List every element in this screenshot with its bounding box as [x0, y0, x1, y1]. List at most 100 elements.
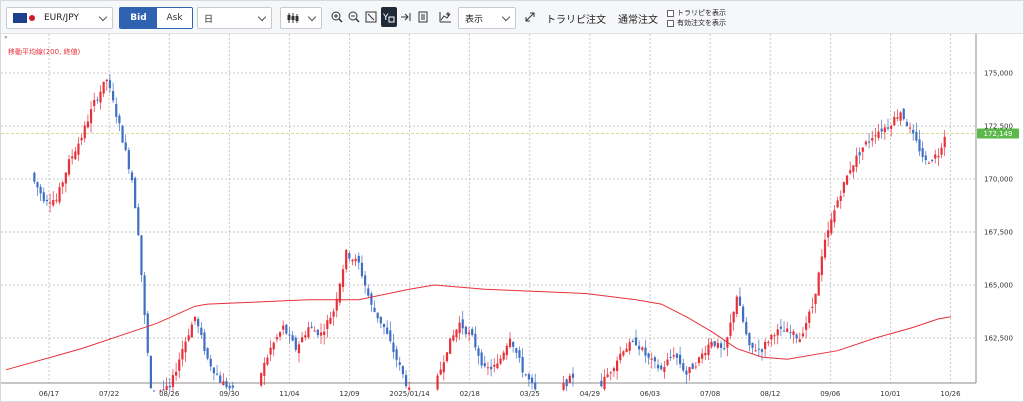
candle-body: [49, 202, 52, 204]
candle-body: [738, 296, 742, 306]
chart-type-select[interactable]: [280, 7, 322, 29]
zoom-in-button[interactable]: [329, 7, 345, 27]
candle-body: [830, 219, 833, 234]
expand-button[interactable]: [522, 7, 538, 27]
candle-body: [175, 371, 178, 376]
display-select[interactable]: 表示: [458, 7, 516, 29]
document-button[interactable]: [415, 7, 431, 27]
candle-body: [701, 353, 704, 359]
candlestick-icon: [287, 13, 299, 23]
candle-body: [641, 347, 644, 350]
candle-body: [370, 293, 373, 305]
candle-body: [915, 131, 918, 141]
candle-body: [515, 348, 518, 353]
price-tick-label: 170,000: [984, 176, 1013, 184]
price-scale-button[interactable]: Y: [381, 7, 397, 27]
candle-body: [354, 258, 357, 262]
zoom-out-button[interactable]: [346, 7, 362, 27]
period-select[interactable]: 日: [197, 7, 272, 29]
candle-body: [219, 375, 222, 383]
candle-body: [149, 356, 152, 389]
candle-body: [742, 306, 745, 322]
candle-body: [745, 321, 748, 335]
candle-body: [461, 319, 464, 329]
eur-flag-icon: [13, 13, 35, 23]
candle-body: [924, 155, 927, 161]
bid-button[interactable]: Bid: [120, 8, 157, 28]
candle-body: [685, 370, 688, 375]
candle-body: [357, 255, 360, 263]
zoom-out-icon: [348, 11, 360, 23]
candle-body: [341, 269, 345, 287]
ask-button[interactable]: Ask: [157, 8, 192, 28]
candle-body: [228, 385, 231, 389]
candle-body: [134, 177, 137, 209]
candle-body: [118, 115, 121, 124]
candle-body: [140, 235, 143, 276]
candle-body: [452, 335, 455, 341]
candle-body: [152, 390, 156, 392]
candle-body: [836, 200, 839, 208]
candle-body: [653, 357, 656, 362]
candle-body: [622, 351, 625, 356]
scroll-latest-button[interactable]: [398, 7, 414, 27]
candle-body: [382, 323, 386, 328]
candle-body: [603, 376, 606, 390]
candle-body: [908, 127, 912, 129]
candle-body: [74, 151, 77, 160]
price-scale-icon: Y: [383, 13, 395, 23]
candle-body: [108, 80, 112, 89]
candle-body: [225, 381, 228, 388]
time-tick-label: 08/26: [159, 390, 180, 398]
price-chart[interactable]: 162,500165,000167,500170,000172,500175,0…: [1, 34, 1023, 401]
currency-pair-select[interactable]: EUR/JPY: [6, 7, 113, 29]
normal-order-button[interactable]: 通常注文: [618, 7, 658, 29]
candle-body: [691, 363, 694, 370]
candle-body: [682, 363, 685, 371]
candle-body: [319, 332, 323, 336]
candle-body: [222, 381, 225, 386]
candle-body: [619, 353, 622, 361]
candle-body: [811, 306, 814, 308]
candle-body: [748, 333, 751, 346]
show-active-orders-checkbox[interactable]: 有効注文を表示: [667, 18, 726, 28]
candle-body: [735, 296, 738, 315]
time-axis-ticks: 06/17 07/22 08/26 09/30 11/04 12/09 2025/01/14…: [39, 390, 961, 398]
trailing-order-button[interactable]: トラリピ注文: [546, 7, 606, 29]
candle-body: [445, 352, 449, 362]
expand-icon: [525, 12, 535, 22]
candle-body: [130, 172, 134, 181]
candle-body: [36, 182, 39, 188]
candle-body: [600, 380, 603, 387]
candle-body: [524, 374, 527, 376]
indicator-button[interactable]: [437, 7, 453, 27]
candle-body: [713, 341, 716, 346]
candle-body: [940, 147, 943, 155]
candle-body: [839, 195, 842, 202]
candle-body: [660, 365, 663, 370]
candle-body: [335, 298, 338, 311]
candle-body: [376, 312, 379, 319]
checkbox-icon: [667, 9, 674, 17]
candle-body: [616, 360, 619, 372]
candle-body: [137, 207, 140, 236]
candle-body: [760, 349, 764, 352]
show-trailing-checkbox[interactable]: トラリピを表示: [667, 8, 726, 18]
candle-body: [798, 339, 801, 343]
candle-body: [817, 272, 820, 296]
candle-body: [275, 337, 278, 340]
candle-body: [530, 377, 534, 383]
candle-body: [439, 369, 442, 375]
candle-body: [464, 326, 467, 335]
candle-body: [326, 320, 329, 330]
candle-body: [39, 186, 42, 194]
candle-body: [905, 121, 908, 127]
candle-body: [707, 344, 710, 355]
svg-text:Y: Y: [383, 13, 389, 23]
candle-body: [455, 329, 458, 338]
candle-body: [871, 138, 874, 141]
candle-body: [565, 379, 568, 387]
candle-body: [921, 148, 924, 157]
fit-button[interactable]: [363, 7, 379, 27]
collapse-panel-icon[interactable]: »: [4, 34, 8, 41]
